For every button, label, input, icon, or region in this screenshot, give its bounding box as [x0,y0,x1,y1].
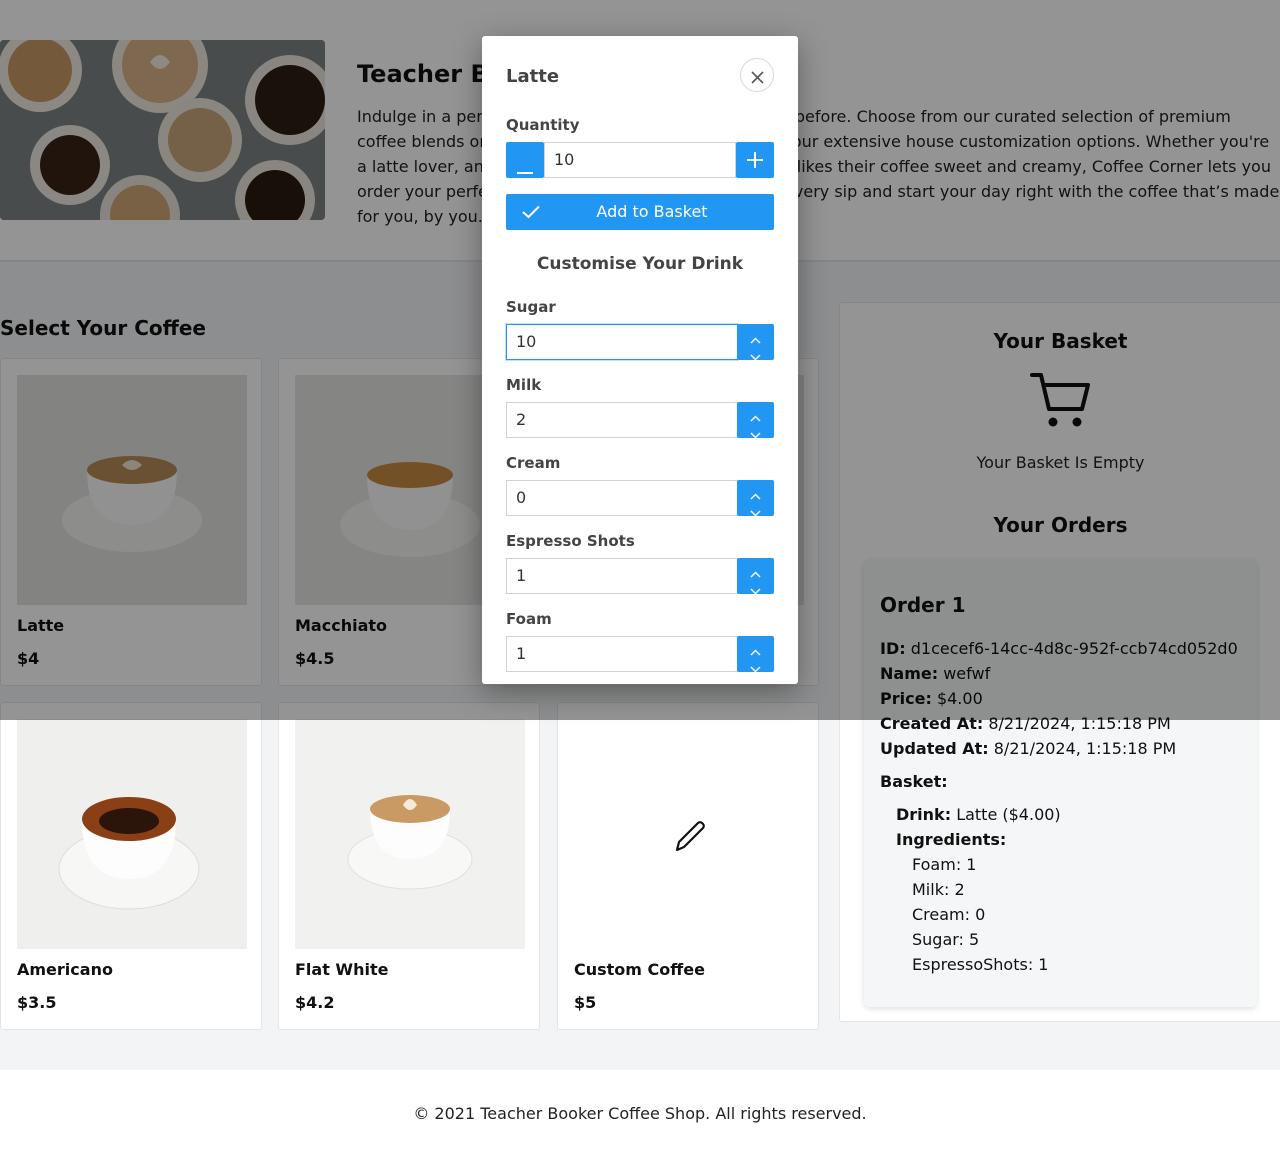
ingredient-item: Cream: 0 [912,905,986,924]
custom-coffee-area [574,719,804,949]
order-drink: Drink: Latte ($4.00) [896,805,1061,824]
close-icon [751,69,764,88]
sugar-spinner[interactable] [737,324,774,361]
coffee-card-flat-white[interactable]: Flat White $4.2 [278,702,540,1030]
cream-input[interactable]: 0 [506,480,738,516]
sugar-label: Sugar [506,298,556,316]
footer: © 2021 Teacher Booker Coffee Shop. All r… [0,1070,1280,1159]
card-name: Flat White [295,960,389,979]
flat-white-image [295,719,525,949]
customise-title: Customise Your Drink [536,254,744,274]
chevron-down-icon[interactable] [750,424,761,443]
coffee-card-custom[interactable]: Custom Coffee $5 [557,702,819,1030]
add-to-basket-label: Add to Basket [596,202,708,221]
ingredient-item: Foam: 1 [912,855,977,874]
chevron-down-icon[interactable] [750,502,761,521]
cream-label: Cream [506,454,561,472]
quantity-input[interactable]: 10 [544,142,736,178]
card-price: $4.2 [295,993,335,1012]
order-basket-label: Basket: [880,772,948,791]
minus-icon [517,159,533,178]
ingredient-item: Sugar: 5 [912,930,980,949]
espresso-shots-label: Espresso Shots [506,532,635,550]
ingredient-item: Milk: 2 [912,880,965,899]
add-to-basket-button[interactable]: Add to Basket [506,194,774,230]
quantity-label: Quantity [506,116,580,134]
foam-input[interactable]: 1 [506,636,738,672]
coffee-card-americano[interactable]: Americano $3.5 [0,702,262,1030]
card-name: Custom Coffee [574,960,705,979]
quantity-increment-button[interactable] [736,142,774,178]
chevron-down-icon[interactable] [750,658,761,677]
order-ingredients-label: Ingredients: [896,830,1007,849]
order-updated: Updated At: 8/21/2024, 1:15:18 PM [880,739,1177,758]
cream-spinner[interactable] [737,480,774,517]
chevron-down-icon[interactable] [750,346,761,365]
espresso-shots-input[interactable]: 1 [506,558,738,594]
card-name: Americano [17,960,113,979]
sugar-input[interactable]: 10 [506,324,738,360]
milk-label: Milk [506,376,542,394]
close-button[interactable] [740,58,774,92]
modal-title: Latte [506,66,560,87]
foam-label: Foam [506,610,552,628]
pencil-icon [671,816,709,858]
americano-image [17,719,247,949]
card-price: $5 [574,993,597,1012]
quantity-decrement-button[interactable] [506,142,544,178]
ingredient-item: EspressoShots: 1 [912,955,1049,974]
customise-drink-modal: Latte Quantity 10 Add to Basket Customis… [482,36,798,684]
chevron-down-icon[interactable] [750,580,761,599]
foam-spinner[interactable] [737,636,774,673]
milk-input[interactable]: 2 [506,402,738,438]
card-price: $3.5 [17,993,57,1012]
plus-icon [747,152,763,172]
espresso-shots-spinner[interactable] [737,558,774,595]
milk-spinner[interactable] [737,402,774,439]
footer-copyright: © 2021 Teacher Booker Coffee Shop. All r… [413,1104,867,1123]
